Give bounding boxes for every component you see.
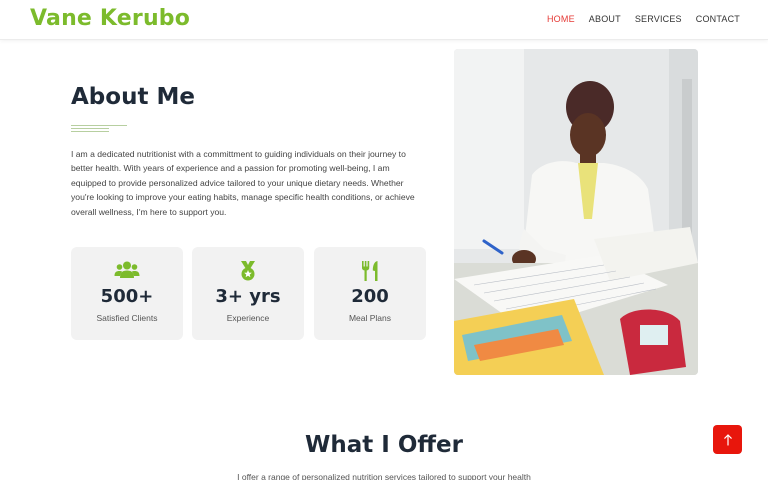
scroll-to-top-button[interactable]: [713, 425, 742, 454]
navbar: Vane Kerubo HOME ABOUT SERVICES CONTACT: [0, 0, 768, 40]
medal-icon: [192, 261, 304, 281]
nav-item-home[interactable]: HOME: [547, 14, 575, 24]
stat-value: 3+ yrs: [215, 286, 281, 307]
nav-item-about[interactable]: ABOUT: [589, 14, 621, 24]
nav-menu: HOME ABOUT SERVICES CONTACT: [547, 14, 740, 24]
stat-card-clients: 500+ Satisfied Clients: [71, 247, 183, 340]
title-divider: [71, 125, 127, 133]
offer-intro: I offer a range of personalized nutritio…: [237, 472, 531, 480]
about-description: I am a dedicated nutritionist with a com…: [71, 149, 415, 217]
nutritionist-photo: [454, 49, 698, 375]
arrow-up-icon: [723, 433, 732, 446]
nav-item-services[interactable]: SERVICES: [635, 14, 682, 24]
offer-title: What I Offer: [305, 432, 463, 458]
stat-label: Experience: [226, 313, 270, 323]
stat-card-meal-plans: 200 Meal Plans: [314, 247, 426, 340]
stat-value: 500+: [100, 286, 154, 307]
users-icon: [71, 261, 183, 281]
stats-row: 500+ Satisfied Clients 3+ yrs Experience: [71, 247, 426, 340]
nav-item-contact[interactable]: CONTACT: [696, 14, 740, 24]
stat-card-experience: 3+ yrs Experience: [192, 247, 304, 340]
stat-label: Satisfied Clients: [96, 313, 158, 323]
about-title: About Me: [71, 84, 195, 110]
brand-logo[interactable]: Vane Kerubo: [30, 6, 190, 31]
stat-value: 200: [351, 286, 389, 307]
utensils-icon: [314, 261, 426, 281]
stat-label: Meal Plans: [348, 313, 392, 323]
